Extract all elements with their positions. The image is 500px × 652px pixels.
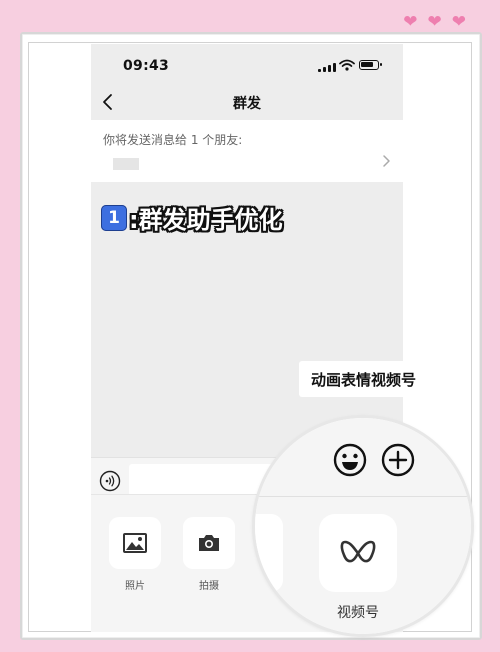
emoji-icon[interactable] [333, 443, 367, 477]
zoomed-adjacent-tile [255, 514, 283, 592]
chevron-right-icon [383, 155, 390, 167]
camera-icon [199, 535, 219, 551]
channels-icon [340, 540, 376, 563]
photo-tool-label: 照片 [125, 581, 145, 592]
plus-icon[interactable] [381, 443, 415, 477]
feature-headline: 1 :群发助手优化 [101, 200, 283, 235]
status-bar: 09:43 [91, 44, 403, 84]
battery-icon [359, 60, 382, 70]
camera-tool-label: 拍摄 [199, 581, 219, 592]
voice-icon[interactable] [99, 470, 121, 492]
image-icon [123, 533, 147, 553]
wifi-icon [339, 59, 355, 71]
nav-bar: 群发 [91, 84, 403, 120]
channels-tool-label: 视频号 [337, 605, 379, 621]
recipient-name-blurred [113, 158, 139, 170]
heart-icon: ❤ [403, 12, 418, 32]
callout-label: 动画表情视频号 [299, 361, 428, 397]
recipients-row[interactable]: 你将发送消息给 1 个朋友: [91, 120, 403, 182]
photo-tool-tile[interactable] [109, 517, 161, 569]
camera-tool-tile[interactable] [183, 517, 235, 569]
status-time: 09:43 [123, 58, 170, 74]
photo-tool[interactable]: 照片 [109, 517, 161, 592]
signal-icon [318, 63, 336, 72]
channels-tool-tile[interactable] [319, 514, 397, 592]
heart-icon: ❤ [427, 12, 442, 32]
recipients-label: 你将发送消息给 1 个朋友: [103, 133, 243, 147]
heart-icon: ❤ [451, 12, 466, 32]
camera-tool[interactable]: 拍摄 [183, 517, 235, 592]
page-title: 群发 [233, 96, 261, 112]
zoom-magnifier: 视频号 [252, 415, 474, 637]
headline-text: :群发助手优化 [129, 206, 283, 234]
zoomed-input-bar [255, 418, 471, 497]
keycap-number: 1 [101, 204, 127, 231]
hearts-decoration: ❤ ❤ ❤ [403, 14, 466, 31]
